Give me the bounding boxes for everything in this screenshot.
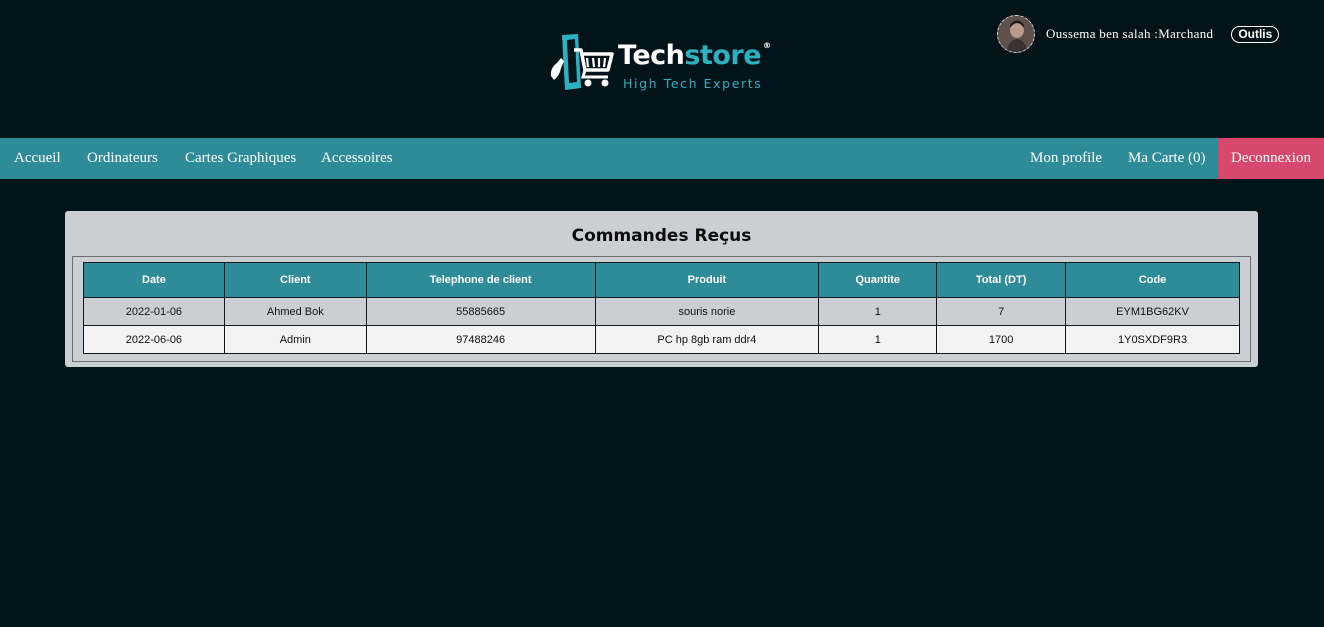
column-header-total[interactable]: Total (DT) [936,262,1067,298]
tools-button[interactable]: Outlis [1231,25,1280,43]
avatar[interactable] [997,15,1035,53]
logo-word-accent: store [684,40,762,71]
main-navbar: Accueil Ordinateurs Cartes Graphiques Ac… [0,138,1324,179]
cell-product: souris norie [594,297,820,326]
cell-client: Admin [223,325,367,354]
user-panel: Oussema ben salah :Marchand Outlis [997,14,1280,54]
page-title: Commandes Reçus [571,226,752,246]
user-avatar-image [998,16,1034,52]
orders-table: Date Client Telephone de client Produit … [83,262,1240,354]
cell-client: Ahmed Bok [223,297,367,326]
logout-button[interactable]: Deconnexion [1218,138,1324,179]
techstore-logo[interactable]: Techstore ® High Tech Experts [548,32,778,96]
column-header-date[interactable]: Date [83,262,225,298]
cell-total: 1700 [936,325,1067,354]
cell-code: 1Y0SXDF9R3 [1065,325,1240,354]
cell-phone: 97488246 [365,325,596,354]
table-row[interactable]: 2022-06-06 Admin 97488246 PC hp 8gb ram … [83,325,1240,354]
cell-quantity: 1 [818,297,938,326]
nav-link-accessoires[interactable]: Accessoires [321,138,393,179]
nav-link-cart[interactable]: Ma Carte (0) [1128,138,1205,179]
column-header-quantity[interactable]: Quantite [818,262,938,298]
cell-code: EYM1BG62KV [1065,297,1240,326]
column-header-phone[interactable]: Telephone de client [365,262,596,298]
cell-phone: 55885665 [365,297,596,326]
cell-date: 2022-01-06 [83,297,225,326]
cell-date: 2022-06-06 [83,325,225,354]
user-name-role: Oussema ben salah :Marchand [1046,26,1214,41]
cell-total: 7 [936,297,1067,326]
nav-link-ordinateurs[interactable]: Ordinateurs [87,138,158,179]
logo-wordmark: Techstore ® [618,40,771,71]
column-header-code[interactable]: Code [1065,262,1240,298]
logo-word-main: Tech [618,40,685,71]
orders-card: Commandes Reçus Date Client Telephone de… [65,211,1258,367]
logo-tagline: High Tech Experts [623,76,763,91]
nav-link-cartes-graphiques[interactable]: Cartes Graphiques [185,138,296,179]
logo-registered-mark: ® [763,41,771,50]
phone-cart-logo-icon [550,34,614,90]
column-header-product[interactable]: Produit [594,262,820,298]
table-header-row: Date Client Telephone de client Produit … [83,262,1240,298]
site-header: Techstore ® High Tech Experts Oussema ben… [0,0,1324,138]
column-header-client[interactable]: Client [223,262,367,298]
table-row[interactable]: 2022-01-06 Ahmed Bok 55885665 souris nor… [83,297,1240,326]
cell-quantity: 1 [818,325,938,354]
orders-table-frame: Date Client Telephone de client Produit … [72,256,1251,362]
cell-product: PC hp 8gb ram ddr4 [594,325,820,354]
nav-link-accueil[interactable]: Accueil [14,138,61,179]
nav-link-profile[interactable]: Mon profile [1030,138,1102,179]
